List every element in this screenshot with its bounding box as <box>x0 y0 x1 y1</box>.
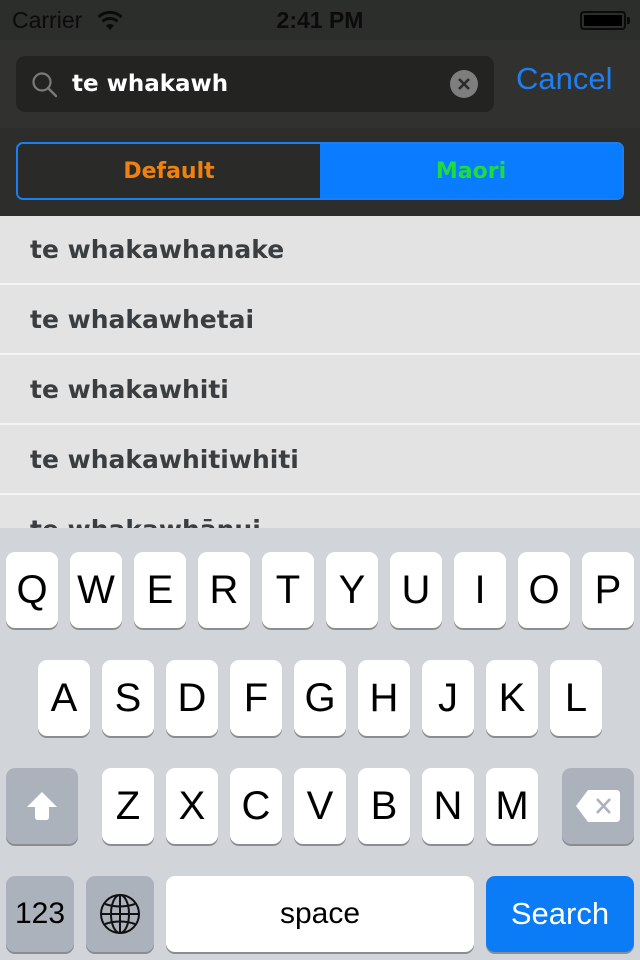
list-item[interactable]: te whakawhanake <box>0 216 640 285</box>
key-e[interactable]: E <box>134 552 186 628</box>
backspace-key[interactable] <box>562 768 634 844</box>
key-u[interactable]: U <box>390 552 442 628</box>
search-key[interactable]: Search <box>486 876 634 952</box>
globe-icon <box>100 894 140 934</box>
globe-key[interactable] <box>86 876 154 952</box>
key-d[interactable]: D <box>166 660 218 736</box>
backspace-icon <box>576 790 620 822</box>
key-t[interactable]: T <box>262 552 314 628</box>
segment-bar: Default Maori <box>0 128 640 216</box>
clear-x-icon <box>458 78 470 90</box>
key-y[interactable]: Y <box>326 552 378 628</box>
language-segmented-control: Default Maori <box>16 142 624 200</box>
key-q[interactable]: Q <box>6 552 58 628</box>
numbers-key[interactable]: 123 <box>6 876 74 952</box>
battery-tip <box>627 17 630 24</box>
list-item[interactable]: te whakawhiti <box>0 355 640 425</box>
key-f[interactable]: F <box>230 660 282 736</box>
results-list: te whakawhanake te whakawhetai te whakaw… <box>0 216 640 528</box>
search-header: Cancel <box>0 40 640 128</box>
key-c[interactable]: C <box>230 768 282 844</box>
magnifying-glass-icon <box>30 70 60 100</box>
key-z[interactable]: Z <box>102 768 154 844</box>
status-bar: Carrier 2:41 PM <box>0 0 640 40</box>
key-j[interactable]: J <box>422 660 474 736</box>
key-m[interactable]: M <box>486 768 538 844</box>
key-o[interactable]: O <box>518 552 570 628</box>
key-h[interactable]: H <box>358 660 410 736</box>
key-r[interactable]: R <box>198 552 250 628</box>
keyboard: Q W E R T Y U I O P A S D F G H J K L Z … <box>0 528 640 960</box>
key-k[interactable]: K <box>486 660 538 736</box>
key-p[interactable]: P <box>582 552 634 628</box>
key-x[interactable]: X <box>166 768 218 844</box>
cancel-button[interactable]: Cancel <box>516 61 613 97</box>
list-item[interactable]: te whakawhānui <box>0 495 640 529</box>
battery-icon <box>580 11 626 30</box>
key-a[interactable]: A <box>38 660 90 736</box>
clock: 2:41 PM <box>276 7 364 33</box>
key-b[interactable]: B <box>358 768 410 844</box>
search-field[interactable] <box>16 56 494 112</box>
key-i[interactable]: I <box>454 552 506 628</box>
key-v[interactable]: V <box>294 768 346 844</box>
space-key[interactable]: space <box>166 876 474 952</box>
segment-default[interactable]: Default <box>18 144 320 198</box>
segment-maori[interactable]: Maori <box>320 144 622 198</box>
search-input[interactable] <box>72 64 442 104</box>
key-s[interactable]: S <box>102 660 154 736</box>
key-l[interactable]: L <box>550 660 602 736</box>
list-item[interactable]: te whakawhitiwhiti <box>0 425 640 495</box>
key-w[interactable]: W <box>70 552 122 628</box>
list-item[interactable]: te whakawhetai <box>0 285 640 355</box>
shift-arrow-icon <box>27 792 57 820</box>
shift-key[interactable] <box>6 768 78 844</box>
key-g[interactable]: G <box>294 660 346 736</box>
key-n[interactable]: N <box>422 768 474 844</box>
clear-search-button[interactable] <box>450 70 478 98</box>
